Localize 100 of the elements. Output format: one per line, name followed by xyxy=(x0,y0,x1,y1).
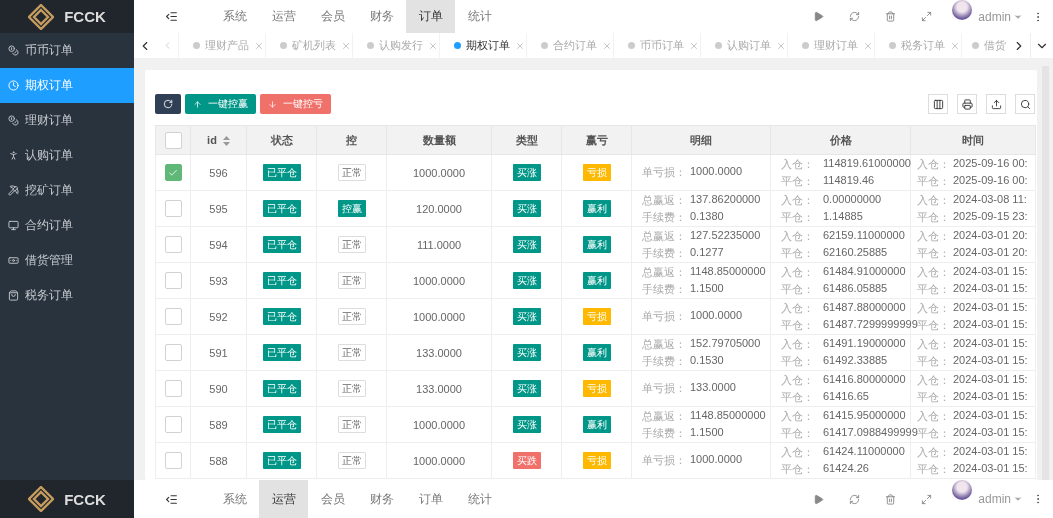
nav-tab[interactable]: 会员 xyxy=(308,0,357,33)
detail-value: 1000.0000 xyxy=(690,453,743,467)
price-value: 61416.80000000 xyxy=(823,372,907,387)
refresh-button[interactable] xyxy=(155,94,181,114)
result-tag: 亏损 xyxy=(582,164,611,181)
nav-tab[interactable]: 订单 xyxy=(406,480,455,518)
nav-tab[interactable]: 系统 xyxy=(210,0,259,33)
time-value: 2024-03-08 11: xyxy=(953,192,1028,207)
nav-tab[interactable]: 统计 xyxy=(455,0,504,33)
logo-icon xyxy=(28,3,55,30)
refresh-icon xyxy=(163,99,173,109)
page-tab[interactable]: 理财产品 xyxy=(179,33,266,58)
sort-icon[interactable] xyxy=(222,136,230,147)
page-tab[interactable]: 认购发行 xyxy=(353,33,440,58)
status-tag: 已平仓 xyxy=(262,200,301,217)
page-tab[interactable]: 理财订单 xyxy=(788,33,875,58)
scrollbar[interactable] xyxy=(1042,66,1049,480)
trade-type-tag: 买涨 xyxy=(512,416,541,433)
price-value: 61486.05885 xyxy=(823,281,889,296)
close-icon[interactable] xyxy=(776,40,786,51)
result-tag: 赢利 xyxy=(582,416,611,433)
column-header[interactable]: id xyxy=(190,125,247,155)
avatar[interactable] xyxy=(952,0,973,20)
price-label: 平仓： xyxy=(781,173,815,189)
avatar[interactable] xyxy=(952,480,973,500)
sidebar-item[interactable]: 税务订单 xyxy=(0,278,134,313)
sidebar-item[interactable]: 合约订单 xyxy=(0,208,134,243)
id-text: 589 xyxy=(209,418,228,431)
close-icon[interactable] xyxy=(950,40,960,51)
nav-tab[interactable]: 财务 xyxy=(357,0,406,33)
nav-tab[interactable]: 系统 xyxy=(210,480,259,518)
row-checkbox[interactable] xyxy=(164,164,182,181)
page-tab[interactable]: 认购订单 xyxy=(701,33,788,58)
nav-tab[interactable]: 运营 xyxy=(259,480,308,518)
time-value: 2024-03-01 15: xyxy=(953,353,1029,368)
sidebar-item[interactable]: 认购订单 xyxy=(0,138,134,173)
status-dot-icon xyxy=(802,42,809,49)
row-checkbox[interactable] xyxy=(164,200,182,217)
row-checkbox[interactable] xyxy=(164,308,182,325)
select-all-checkbox[interactable] xyxy=(164,131,182,149)
sidebar-item[interactable]: 期权订单 xyxy=(0,68,134,103)
detail-label: 单亏损： xyxy=(642,453,687,468)
nav-tab[interactable]: 订单 xyxy=(406,0,455,33)
amount-text: 111.0000 xyxy=(416,238,462,251)
nav-tab[interactable]: 统计 xyxy=(455,480,504,518)
sidebar-item[interactable]: 币币订单 xyxy=(0,33,134,68)
row-checkbox[interactable] xyxy=(164,452,182,469)
nav-tab[interactable]: 财务 xyxy=(357,480,406,518)
columns-button[interactable] xyxy=(928,94,948,114)
time-label: 平仓： xyxy=(917,245,951,261)
close-icon[interactable] xyxy=(515,40,525,51)
time-value: 2024-03-01 15: xyxy=(953,264,1029,279)
row-checkbox[interactable] xyxy=(164,236,182,253)
page-tab[interactable]: 合约订单 xyxy=(527,33,614,58)
sidebar-item[interactable]: 理财订单 xyxy=(0,103,134,138)
time-value: 2025-09-16 00: xyxy=(953,156,1029,171)
time-value: 2024-03-01 20: xyxy=(953,228,1029,243)
time-value: 2024-03-01 15: xyxy=(953,281,1029,296)
close-icon[interactable] xyxy=(689,40,699,51)
detail-label: 总赢返： xyxy=(642,336,687,352)
user-menu[interactable]: admin xyxy=(978,480,1023,518)
user-menu[interactable]: admin xyxy=(978,0,1023,33)
search-button[interactable] xyxy=(1015,94,1035,114)
control-tag: 正常 xyxy=(337,416,366,433)
detail-value: 127.52235000 xyxy=(690,228,762,243)
time-label: 平仓： xyxy=(917,389,951,405)
price-label: 入仓： xyxy=(781,408,815,424)
person-icon xyxy=(8,150,19,161)
close-icon[interactable] xyxy=(428,40,438,51)
time-value: 2024-03-01 15: xyxy=(953,408,1029,423)
sidebar-item[interactable]: 借货管理 xyxy=(0,243,134,278)
detail-value: 152.79705000 xyxy=(690,336,762,351)
page-tab[interactable]: 期权订单 xyxy=(440,33,527,58)
export-button[interactable] xyxy=(986,94,1006,114)
time-label: 入仓： xyxy=(917,336,951,352)
control-win-button[interactable]: 一键控赢 xyxy=(185,94,256,114)
close-icon[interactable] xyxy=(341,40,351,51)
close-icon[interactable] xyxy=(863,40,873,51)
time-label: 入仓： xyxy=(917,228,951,244)
time-label: 入仓： xyxy=(917,156,951,172)
row-checkbox[interactable] xyxy=(164,380,182,397)
price-value: 61484.91000000 xyxy=(823,264,907,279)
close-icon[interactable] xyxy=(254,40,264,51)
row-checkbox[interactable] xyxy=(164,416,182,433)
sidebar-item[interactable]: 挖矿订单 xyxy=(0,173,134,208)
row-checkbox[interactable] xyxy=(164,344,182,361)
row-checkbox[interactable] xyxy=(164,272,182,289)
nav-tab[interactable]: 运营 xyxy=(259,0,308,33)
time-value: 2024-03-01 15: xyxy=(953,444,1029,459)
status-tag: 已平仓 xyxy=(262,164,301,181)
page-tab[interactable]: 借货 xyxy=(962,33,1008,58)
print-button[interactable] xyxy=(957,94,977,114)
detail-label: 单亏损： xyxy=(642,381,687,396)
control-tag: 正常 xyxy=(337,308,366,325)
close-icon[interactable] xyxy=(602,40,612,51)
nav-tab[interactable]: 会员 xyxy=(308,480,357,518)
time-value: 2024-03-01 15: xyxy=(953,300,1029,315)
result-tag: 赢利 xyxy=(582,236,611,253)
control-lose-button[interactable]: 一键控亏 xyxy=(260,94,331,114)
status-dot-icon xyxy=(367,42,374,49)
